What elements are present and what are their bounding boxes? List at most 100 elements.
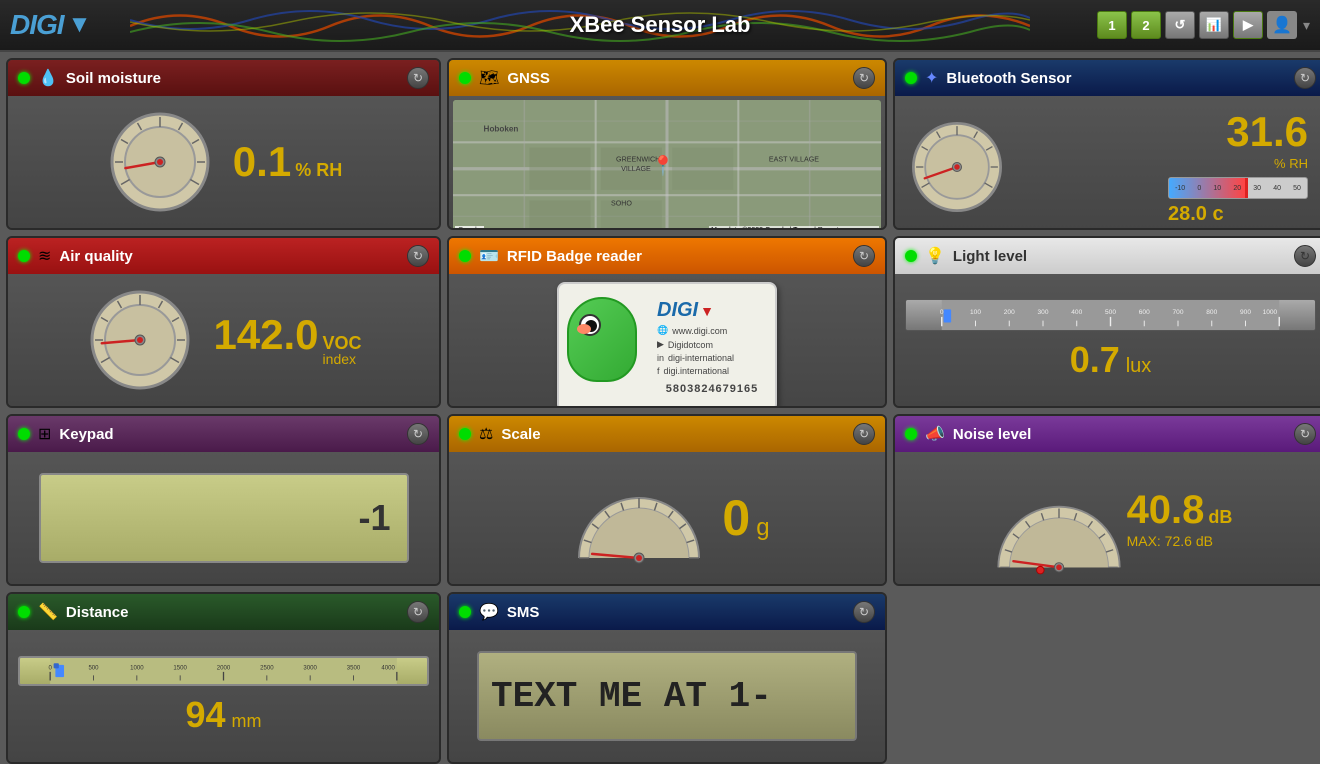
- bt-temp-indicator: [1245, 178, 1248, 198]
- svg-text:600: 600: [1139, 309, 1150, 316]
- yoshi-body: [567, 297, 637, 382]
- noise-refresh-btn[interactable]: ↻: [1294, 423, 1316, 445]
- gnss-icon: 🗺: [479, 68, 499, 88]
- keypad-refresh-btn[interactable]: ↻: [407, 423, 429, 445]
- air-quality-header: ≋ Air quality ↻: [8, 238, 439, 274]
- svg-text:200: 200: [1004, 309, 1015, 316]
- air-unit-top: VOC: [323, 334, 362, 352]
- header-controls: 1 2 ↺ 📊 ▶ 👤 ▾: [1097, 11, 1310, 39]
- distance-body: 0 500 1000 1500 2000 2500 3000: [8, 630, 439, 762]
- map-attribution: Google: [455, 226, 484, 230]
- svg-text:500: 500: [1105, 309, 1116, 316]
- soil-refresh-btn[interactable]: ↻: [407, 67, 429, 89]
- scale-refresh-btn[interactable]: ↻: [853, 423, 875, 445]
- keypad-value: -1: [358, 497, 390, 539]
- bluetooth-indicator: [905, 72, 917, 84]
- svg-text:700: 700: [1173, 309, 1184, 316]
- distance-value-row: 94 mm: [185, 694, 261, 736]
- logo-text: DIGI: [10, 9, 64, 41]
- svg-text:Hoboken: Hoboken: [484, 124, 519, 134]
- bluetooth-values: 31.6 % RH -10 0 10 20 30: [1015, 108, 1314, 226]
- keypad-icon: ⊞: [38, 424, 51, 444]
- rfid-social1: ▶ Digidotcom: [657, 339, 767, 350]
- keypad-title: Keypad: [59, 426, 113, 443]
- soil-value: 0.1: [233, 141, 291, 183]
- light-body: 0 100 200 300 400 500 600: [895, 274, 1320, 406]
- light-value: 0.7: [1070, 339, 1120, 381]
- sms-body: TEXT ME AT 1-: [449, 630, 885, 762]
- svg-text:800: 800: [1206, 309, 1217, 316]
- gnss-body: Hoboken GREENWICH VILLAGE EAST VILLAGE S…: [449, 96, 885, 230]
- distance-refresh-btn[interactable]: ↻: [407, 601, 429, 623]
- gnss-title: GNSS: [507, 70, 550, 87]
- logo-flag: ▼: [68, 11, 92, 39]
- air-indicator: [18, 250, 30, 262]
- keypad-header: ⊞ Keypad ↻: [8, 416, 439, 452]
- map-copyright: Map data ©2023 Google | Terms | Report a…: [709, 226, 879, 230]
- widget-distance: 📏 Distance ↻ 0 500 1000 1500: [6, 592, 441, 764]
- keypad-header-left: ⊞ Keypad: [18, 424, 114, 444]
- light-bar: 0 100 200 300 400 500 600: [905, 299, 1316, 331]
- bluetooth-gauge: [907, 117, 1007, 217]
- soil-indicator: [18, 72, 30, 84]
- keypad-indicator: [18, 428, 30, 440]
- noise-unit: dB: [1208, 507, 1232, 528]
- more-icon[interactable]: ▾: [1303, 17, 1310, 34]
- air-title: Air quality: [59, 248, 132, 265]
- gnss-refresh-btn[interactable]: ↻: [853, 67, 875, 89]
- sms-refresh-btn[interactable]: ↻: [853, 601, 875, 623]
- rfid-digi-logo: DIGI ▼: [657, 299, 767, 322]
- svg-text:500: 500: [88, 665, 99, 671]
- sms-icon: 💬: [479, 602, 499, 622]
- noise-values: 40.8 dB MAX: 72.6 dB: [1127, 488, 1233, 549]
- scale-value-row: 0 g: [722, 489, 769, 547]
- btn-2[interactable]: 2: [1131, 11, 1161, 39]
- air-refresh-btn[interactable]: ↻: [407, 245, 429, 267]
- btn-1[interactable]: 1: [1097, 11, 1127, 39]
- svg-text:3500: 3500: [347, 665, 361, 671]
- widget-gnss: 🗺 GNSS ↻: [447, 58, 887, 230]
- light-indicator: [905, 250, 917, 262]
- noise-max: MAX: 72.6 dB: [1127, 533, 1233, 549]
- rfid-card-number: 5803824679165: [657, 383, 767, 395]
- light-refresh-btn[interactable]: ↻: [1294, 245, 1316, 267]
- scale-header-left: ⚖ Scale: [459, 424, 541, 444]
- bt-temp-ticks: -10 0 10 20 30 40 50: [1169, 178, 1307, 198]
- keypad-body: -1: [8, 452, 439, 584]
- svg-text:300: 300: [1038, 309, 1049, 316]
- gnss-header-left: 🗺 GNSS: [459, 68, 550, 88]
- refresh-btn[interactable]: ↺: [1165, 11, 1195, 39]
- noise-gauge: [989, 468, 1119, 568]
- bt-rh-row: 31.6: [1226, 108, 1308, 156]
- air-value: 142.0: [213, 314, 318, 356]
- air-unit: VOC index: [323, 334, 362, 366]
- scale-indicator: [459, 428, 471, 440]
- play-btn[interactable]: ▶: [1233, 11, 1263, 39]
- svg-text:2000: 2000: [217, 665, 231, 671]
- air-gauge: [85, 285, 195, 395]
- rfid-refresh-btn[interactable]: ↻: [853, 245, 875, 267]
- bluetooth-gauge-area: [907, 117, 1007, 217]
- rfid-body: DIGI ▼ 🌐 www.digi.com ▶ Digidotcom in di…: [449, 274, 885, 408]
- svg-text:1000: 1000: [1263, 309, 1278, 316]
- rfid-header: 🪪 RFID Badge reader ↻: [449, 238, 885, 274]
- soil-unit: % RH: [295, 160, 342, 181]
- sms-display: TEXT ME AT 1-: [477, 651, 857, 741]
- bluetooth-refresh-btn[interactable]: ↻: [1294, 67, 1316, 89]
- soil-value-display: 0.1 % RH: [223, 141, 342, 183]
- sms-header-left: 💬 SMS: [459, 602, 539, 622]
- soil-title: Soil moisture: [66, 70, 161, 87]
- chart-btn[interactable]: 📊: [1199, 11, 1229, 39]
- light-unit: lux: [1126, 355, 1152, 378]
- gnss-header: 🗺 GNSS ↻: [449, 60, 885, 96]
- light-header: 💡 Light level ↻: [895, 238, 1320, 274]
- air-value-display: 142.0 VOC index: [203, 314, 361, 366]
- avatar-btn[interactable]: 👤: [1267, 11, 1297, 39]
- bluetooth-header-left: ✦ Bluetooth Sensor: [905, 68, 1071, 88]
- widget-keypad: ⊞ Keypad ↻ -1: [6, 414, 441, 586]
- soil-body: 0.1 % RH: [8, 96, 439, 228]
- svg-text:EAST VILLAGE: EAST VILLAGE: [769, 154, 819, 163]
- svg-text:900: 900: [1240, 309, 1251, 316]
- svg-text:0: 0: [940, 309, 944, 316]
- light-value-row: 0.7 lux: [1070, 339, 1152, 381]
